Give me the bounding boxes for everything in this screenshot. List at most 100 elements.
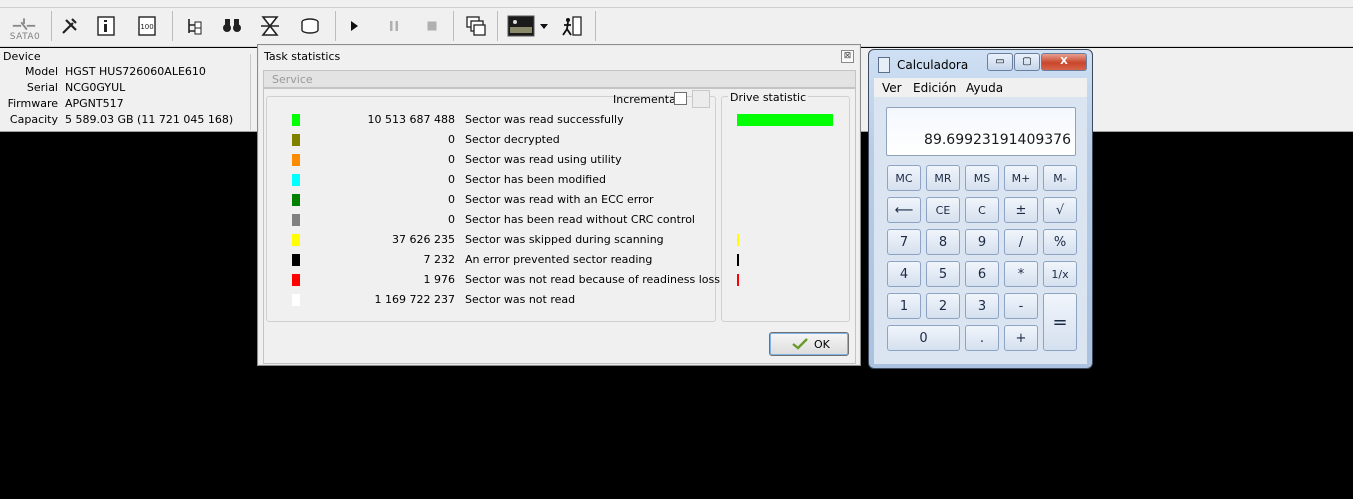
calculator-body: 89.69923191409376 MC MR MS M+ M- ⟵ CE C … xyxy=(874,97,1087,364)
device-value: HGST HUS726060ALE610 xyxy=(65,65,206,78)
digit-7-button[interactable]: 7 xyxy=(887,229,921,255)
drive-statistic-pane xyxy=(721,96,850,322)
stats-list-pane: 10 513 687 488 Sector was read successfu… xyxy=(266,96,720,322)
checkmark-icon xyxy=(792,338,808,353)
divide-button[interactable]: / xyxy=(1004,229,1038,255)
subtract-button[interactable]: - xyxy=(1004,293,1038,319)
digit-6-button[interactable]: 6 xyxy=(965,261,999,287)
stat-label: Sector was not read because of readiness… xyxy=(465,273,720,286)
stat-row: 0 Sector was read with an ECC error xyxy=(267,192,727,208)
maximize-icon[interactable]: ▢ xyxy=(1014,53,1040,71)
image-icon[interactable] xyxy=(506,12,536,40)
drive-stat-bar-read xyxy=(737,114,833,126)
digit-2-button[interactable]: 2 xyxy=(926,293,960,319)
service-tab[interactable]: Service xyxy=(263,70,856,88)
digit-8-button[interactable]: 8 xyxy=(926,229,960,255)
calculator-icon xyxy=(878,57,890,73)
calculator-display: 89.69923191409376 xyxy=(886,107,1076,156)
stat-row: 0 Sector has been read without CRC contr… xyxy=(267,212,727,228)
toolbar-top-line xyxy=(0,7,1353,8)
add-button[interactable]: + xyxy=(1004,325,1038,351)
ok-button[interactable]: OK xyxy=(769,332,849,356)
digit-3-button[interactable]: 3 xyxy=(965,293,999,319)
stat-value: 10 513 687 488 xyxy=(367,113,455,126)
clear-button[interactable]: C xyxy=(965,197,999,223)
menu-item-ver[interactable]: Ver xyxy=(882,81,902,95)
device-panel-title: Device xyxy=(3,50,41,63)
sqrt-button[interactable]: √ xyxy=(1043,197,1077,223)
device-value: 5 589.03 GB (11 721 045 168) xyxy=(65,113,234,126)
incremental-checkbox[interactable] xyxy=(674,92,687,105)
hourglass-icon[interactable] xyxy=(256,12,284,40)
digit-4-button[interactable]: 4 xyxy=(887,261,921,287)
close-icon[interactable]: ⊠ xyxy=(841,50,854,63)
pause-icon[interactable] xyxy=(380,12,408,40)
drive-statistic-label: Drive statistic xyxy=(728,91,809,104)
exit-icon[interactable] xyxy=(557,12,585,40)
dropdown-icon[interactable] xyxy=(536,12,552,40)
dialog-titlebar[interactable]: Task statistics ⊠ xyxy=(258,45,860,67)
incremental-label: Incremental xyxy=(613,93,679,106)
digit-5-button[interactable]: 5 xyxy=(926,261,960,287)
stat-row: 0 Sector has been modified xyxy=(267,172,727,188)
stat-swatch xyxy=(292,214,300,226)
device-key: Firmware xyxy=(7,97,58,110)
equals-button[interactable]: = xyxy=(1043,293,1077,351)
tools-icon[interactable] xyxy=(56,12,84,40)
drive-stat-bar-readiness xyxy=(737,274,739,286)
stat-label: Sector was read successfully xyxy=(465,113,624,126)
sn-info-icon[interactable] xyxy=(92,12,120,40)
stat-value: 0 xyxy=(448,153,455,166)
m-plus-button[interactable]: M+ xyxy=(1004,165,1038,191)
decimal-button[interactable]: . xyxy=(965,325,999,351)
menu-item-edicion[interactable]: Edición xyxy=(913,81,956,95)
windows-icon[interactable] xyxy=(462,12,490,40)
plus-minus-button[interactable]: ± xyxy=(1004,197,1038,223)
stat-swatch xyxy=(292,134,300,146)
app-window: SATA0 100 Device Model HGST HUS726060ALE… xyxy=(0,0,1353,499)
percent-icon[interactable]: 100 xyxy=(133,12,161,40)
display-value: 89.69923191409376 xyxy=(924,132,1071,148)
drive-stat-bar-skipped xyxy=(737,234,739,246)
mc-button[interactable]: MC xyxy=(887,165,921,191)
digit-1-button[interactable]: 1 xyxy=(887,293,921,319)
mr-button[interactable]: MR xyxy=(926,165,960,191)
minimize-icon[interactable]: ▭ xyxy=(987,53,1013,71)
stat-swatch xyxy=(292,194,300,206)
stat-label: Sector was read using utility xyxy=(465,153,622,166)
stop-icon[interactable] xyxy=(418,12,446,40)
reset-icon[interactable] xyxy=(692,90,710,108)
ms-button[interactable]: MS xyxy=(965,165,999,191)
service-label: Service xyxy=(272,73,313,86)
stat-label: Sector decrypted xyxy=(465,133,560,146)
stat-row: 0 Sector decrypted xyxy=(267,132,727,148)
stat-swatch xyxy=(292,114,300,126)
binoculars-icon[interactable] xyxy=(218,12,246,40)
stat-label: Sector has been modified xyxy=(465,173,606,186)
digit-9-button[interactable]: 9 xyxy=(965,229,999,255)
dialog-title: Task statistics xyxy=(264,50,341,63)
backspace-button[interactable]: ⟵ xyxy=(887,197,921,223)
percent-button[interactable]: % xyxy=(1043,229,1077,255)
drive-icon[interactable] xyxy=(296,12,324,40)
sata-port-label: SATA0 xyxy=(9,32,41,42)
toolbar-separator xyxy=(453,11,454,41)
digit-0-button[interactable]: 0 xyxy=(887,325,960,351)
ce-button[interactable]: CE xyxy=(926,197,960,223)
stat-swatch xyxy=(292,234,300,246)
stat-value: 0 xyxy=(448,213,455,226)
stat-label: Sector was skipped during scanning xyxy=(465,233,664,246)
stat-row: 0 Sector was read using utility xyxy=(267,152,727,168)
play-icon[interactable] xyxy=(340,12,368,40)
close-icon[interactable]: X xyxy=(1041,53,1087,71)
toolbar-separator xyxy=(51,11,52,41)
menu-item-ayuda[interactable]: Ayuda xyxy=(966,81,1003,95)
m-minus-button[interactable]: M- xyxy=(1043,165,1077,191)
toolbar-separator xyxy=(497,11,498,41)
stat-row: 1 976 Sector was not read because of rea… xyxy=(267,272,727,288)
tree-icon[interactable] xyxy=(180,12,208,40)
multiply-button[interactable]: * xyxy=(1004,261,1038,287)
reciprocal-button[interactable]: 1/x xyxy=(1043,261,1077,287)
stat-swatch xyxy=(292,274,300,286)
stat-value: 0 xyxy=(448,173,455,186)
